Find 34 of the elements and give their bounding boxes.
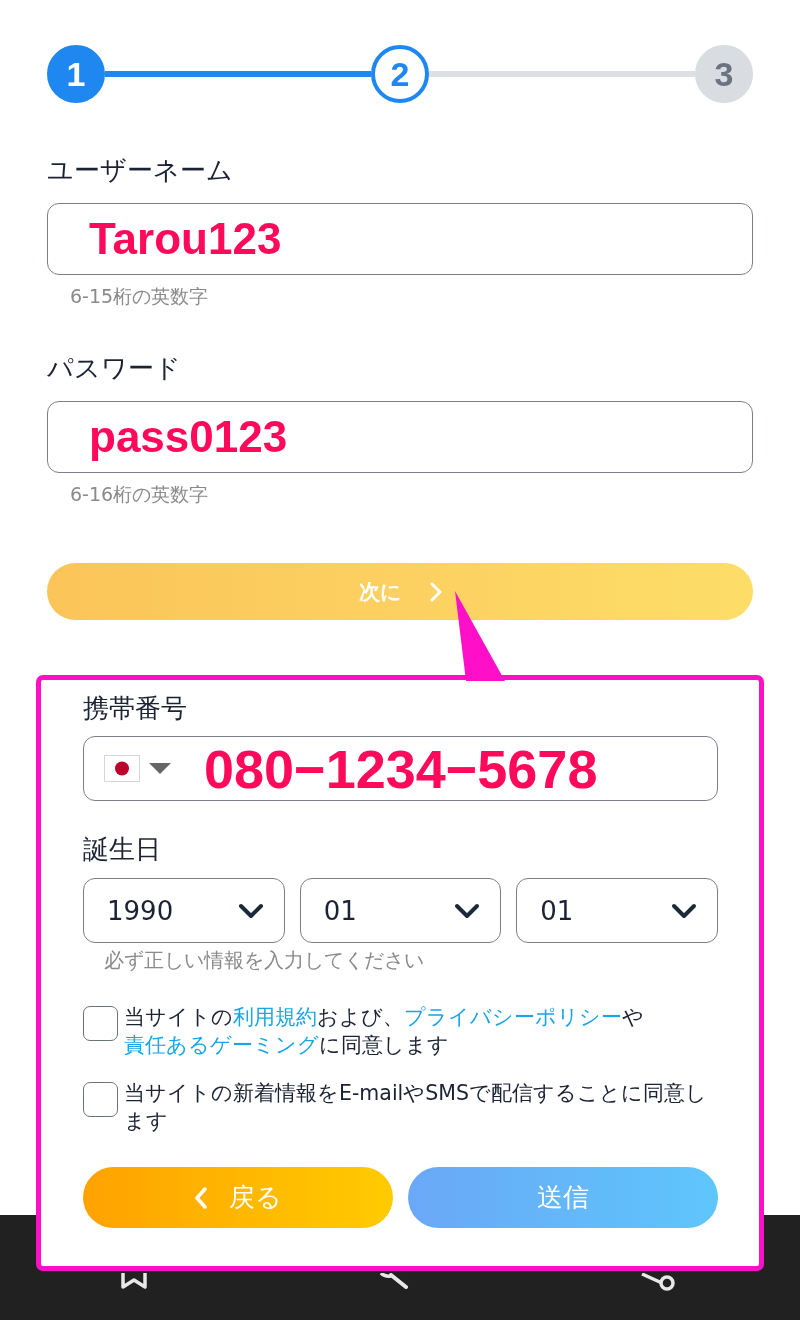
chevron-down-icon	[671, 902, 697, 919]
field-label: パスワード	[47, 352, 181, 385]
field-label: 携帯番号	[83, 692, 187, 725]
consent-text: 当サイトの利用規約および、プライバシーポリシーや 責任あるゲーミングに同意します	[124, 1004, 645, 1059]
consent-text: 当サイトの新着情報をE-mailやSMSで配信することに同意します	[124, 1080, 708, 1135]
text-link[interactable]: 利用規約	[233, 1005, 317, 1029]
text-link[interactable]: 責任あるゲーミング	[124, 1033, 319, 1057]
step-indicator: 1	[47, 45, 105, 103]
month-select[interactable]: 01	[299, 878, 502, 943]
field-label: 誕生日	[83, 833, 161, 866]
submit-button[interactable]: 送信	[408, 1167, 718, 1228]
input-field[interactable]: Tarou123	[47, 203, 753, 275]
checkbox[interactable]	[83, 1082, 118, 1117]
chevron-left-icon	[194, 1186, 207, 1209]
field-hint: 必ず正しい情報を入力してください	[103, 948, 424, 972]
step-indicator: 3	[695, 45, 753, 103]
input-field[interactable]: pass0123	[47, 401, 753, 473]
caret-down-icon	[149, 763, 171, 774]
chevron-down-icon	[454, 902, 481, 919]
field-hint: 6-16桁の英数字	[69, 482, 209, 506]
phone-field[interactable]: 080−1234−5678	[83, 736, 718, 801]
step-indicator: 2	[371, 45, 429, 103]
share-icon[interactable]	[640, 1273, 676, 1291]
field-hint: 6-15桁の英数字	[69, 284, 209, 308]
bookmark-icon[interactable]	[120, 1273, 148, 1289]
chevron-right-icon	[429, 581, 442, 602]
search-icon[interactable]	[379, 1273, 409, 1289]
checkbox[interactable]	[83, 1006, 118, 1041]
text-link[interactable]: プライバシーポリシー	[404, 1005, 622, 1029]
year-select[interactable]: 1990	[83, 878, 285, 943]
chevron-down-icon	[237, 902, 264, 919]
field-label: ユーザーネーム	[47, 154, 233, 187]
flag-icon	[104, 755, 140, 782]
day-select[interactable]: 01	[516, 878, 718, 943]
